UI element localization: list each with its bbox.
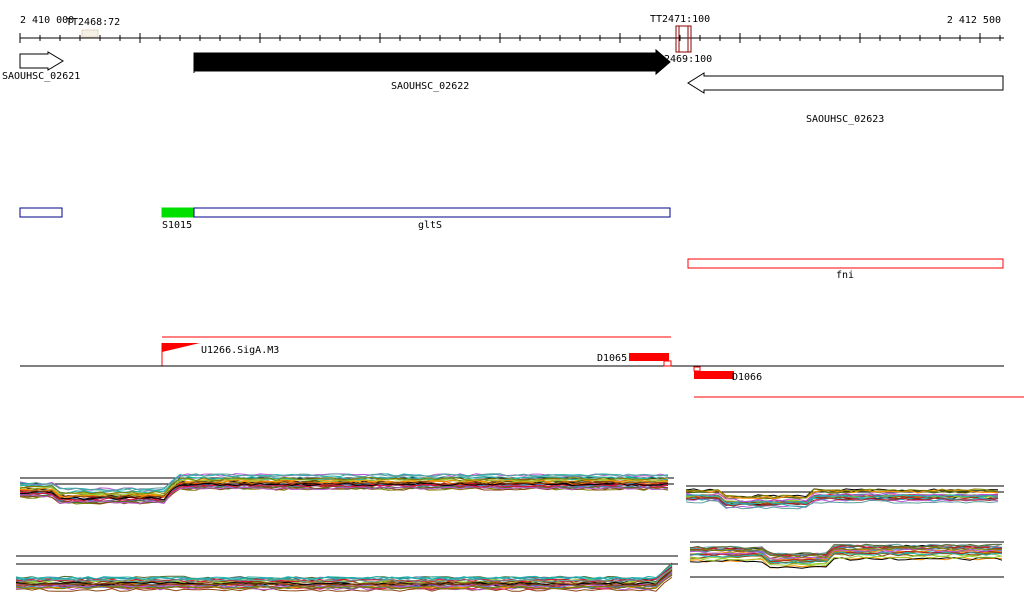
promoter-u1266-label: U1266.SigA.M3 [201, 345, 279, 356]
annotation-box-left[interactable] [19, 207, 63, 218]
gene-saouhsc-02623-label: SAOUHSC_02623 [806, 114, 884, 125]
terminator-d1065[interactable]: D1065 [597, 353, 672, 367]
probe-tt2468-label: TT2468:72 [66, 17, 120, 28]
terminator-d1066[interactable]: D1066 [693, 366, 762, 383]
annotation-glts-label: gltS [418, 220, 442, 231]
probe-tt2468[interactable]: TT2468:72 [66, 17, 120, 38]
coordinate-ruler: 2 410 000 2 412 500 [19, 15, 1004, 43]
promoter-u1266[interactable]: U1266.SigA.M3 [161, 343, 279, 366]
gene-saouhsc-02622-label: SAOUHSC_02622 [391, 81, 469, 92]
gene-track: SAOUHSC_02621 SAOUHSC_02622 SAOUHSC_0262… [2, 48, 1004, 125]
gene-saouhsc-02623[interactable]: SAOUHSC_02623 [687, 72, 1004, 125]
genome-browser-view: 2 410 000 2 412 500 TT2468:72 TT2471:100… [2, 14, 1024, 592]
regulation-track: U1266.SigA.M3 D1065 D1066 [20, 336, 1024, 398]
ruler-end-label: 2 412 500 [947, 15, 1001, 26]
gene-saouhsc-02621[interactable]: SAOUHSC_02621 [2, 51, 80, 82]
expression-trace [15, 562, 673, 580]
annotation-s1015[interactable]: S1015 [161, 207, 195, 231]
annotation-glts[interactable]: gltS [193, 207, 671, 231]
annotation-s1015-label: S1015 [162, 220, 192, 231]
probe-tt2471-label: TT2471:100 [650, 14, 710, 25]
expression-profile-upper-left [19, 473, 674, 505]
probe-tt2469-label: 2469:100 [664, 54, 712, 65]
expression-profile-lower-right [689, 541, 1004, 578]
expression-profile-upper-right [685, 485, 1004, 510]
expression-profile-lower-left [15, 555, 678, 592]
terminator-d1066-label: D1066 [732, 372, 762, 383]
gene-saouhsc-02621-label: SAOUHSC_02621 [2, 71, 80, 82]
annotation-fni-label: fni [836, 270, 854, 281]
terminator-d1065-label: D1065 [597, 353, 627, 364]
annotation-track: S1015 gltS fni [19, 207, 1004, 281]
annotation-fni[interactable]: fni [687, 258, 1004, 281]
gene-saouhsc-02622[interactable]: SAOUHSC_02622 [193, 48, 671, 92]
